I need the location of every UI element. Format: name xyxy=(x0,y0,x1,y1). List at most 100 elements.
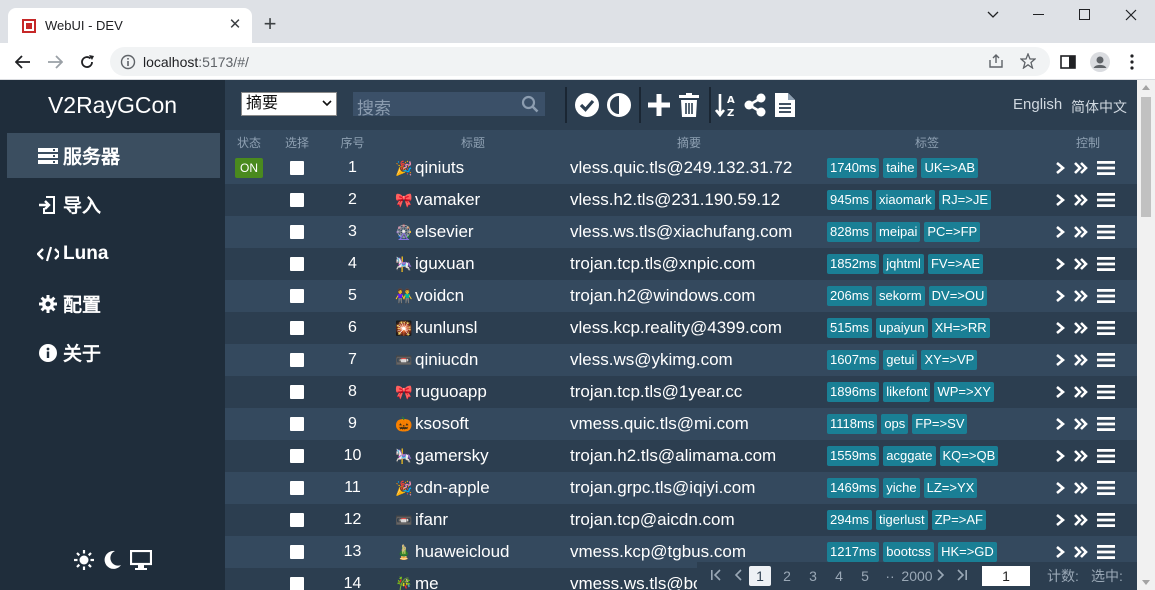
col-control[interactable]: 控制 xyxy=(1063,134,1113,151)
monitor-icon[interactable] xyxy=(129,549,153,575)
restart-icon[interactable] xyxy=(1073,513,1089,527)
profile-avatar-icon[interactable] xyxy=(1090,52,1110,72)
restart-icon[interactable] xyxy=(1073,545,1089,559)
row-checkbox[interactable] xyxy=(290,385,304,399)
tag-badge[interactable]: acggate xyxy=(883,446,936,466)
scroll-thumb[interactable] xyxy=(1141,97,1151,217)
tag-badge[interactable]: sekorm xyxy=(876,286,925,306)
restart-icon[interactable] xyxy=(1073,161,1089,175)
new-tab-button[interactable]: + xyxy=(258,13,282,37)
scrollbar[interactable] xyxy=(1137,80,1155,590)
start-icon[interactable] xyxy=(1055,321,1065,335)
start-icon[interactable] xyxy=(1055,481,1065,495)
restart-icon[interactable] xyxy=(1073,417,1089,431)
hamburger-menu-icon[interactable] xyxy=(1097,224,1115,240)
hamburger-menu-icon[interactable] xyxy=(1097,416,1115,432)
table-row[interactable]: 9 🎃 ksosoft vmess.quic.tls@mi.com 1118ms ops F… xyxy=(225,408,1137,440)
status-badge[interactable]: ON xyxy=(235,158,263,178)
col-title[interactable]: 标题 xyxy=(395,134,551,151)
row-checkbox[interactable] xyxy=(290,161,304,175)
row-title[interactable]: 🎉 qiniuts xyxy=(395,152,565,184)
row-title[interactable]: 🎠 gamersky xyxy=(395,440,565,472)
table-row[interactable]: 5 👫 voidcn trojan.h2@windows.com 206ms sekorm… xyxy=(225,280,1137,312)
col-index[interactable]: 序号 xyxy=(325,134,380,151)
latency-badge[interactable]: 1852ms xyxy=(827,254,880,274)
row-checkbox[interactable] xyxy=(290,577,304,590)
page-last-number[interactable]: 2000 xyxy=(899,566,935,586)
restart-icon[interactable] xyxy=(1073,257,1089,271)
start-icon[interactable] xyxy=(1055,513,1065,527)
col-status[interactable]: 状态 xyxy=(225,134,273,151)
share-icon[interactable] xyxy=(986,51,1006,71)
sidebar-item-config[interactable]: 配置 xyxy=(7,281,220,326)
hamburger-menu-icon[interactable] xyxy=(1097,448,1115,464)
reload-button[interactable] xyxy=(74,49,100,75)
table-row[interactable]: 11 🎉 cdn-apple trojan.grpc.tls@iqiyi.com 146… xyxy=(225,472,1137,504)
lang-english[interactable]: English xyxy=(1013,96,1062,113)
latency-badge[interactable]: 1217ms xyxy=(827,542,880,562)
latency-badge[interactable]: 828ms xyxy=(827,222,873,242)
latency-badge[interactable]: 945ms xyxy=(827,190,873,210)
lang-chinese[interactable]: 简体中文 xyxy=(1071,97,1127,117)
menu-dots-icon[interactable] xyxy=(1122,52,1142,72)
add-server-button[interactable] xyxy=(645,91,673,119)
hamburger-menu-icon[interactable] xyxy=(1097,192,1115,208)
restart-icon[interactable] xyxy=(1073,353,1089,367)
start-icon[interactable] xyxy=(1055,545,1065,559)
restart-icon[interactable] xyxy=(1073,289,1089,303)
row-title[interactable]: 🎀 ruguoapp xyxy=(395,376,565,408)
start-icon[interactable] xyxy=(1055,449,1065,463)
start-icon[interactable] xyxy=(1055,289,1065,303)
latency-badge[interactable]: 1469ms xyxy=(827,478,880,498)
tag-badge[interactable]: likefont xyxy=(883,382,931,402)
restart-icon[interactable] xyxy=(1073,321,1089,335)
table-row[interactable]: 3 🎡 elsevier vless.ws.tls@xiachufang.com 828… xyxy=(225,216,1137,248)
hamburger-menu-icon[interactable] xyxy=(1097,352,1115,368)
bookmark-star-icon[interactable] xyxy=(1018,51,1038,71)
prev-page-icon[interactable] xyxy=(731,566,745,586)
sun-icon[interactable] xyxy=(74,550,94,575)
tag-badge[interactable]: bootcss xyxy=(883,542,935,562)
tab-close-icon[interactable]: ✕ xyxy=(226,16,244,34)
moon-icon[interactable] xyxy=(102,550,122,575)
maximize-button[interactable] xyxy=(1062,0,1108,30)
table-row[interactable]: 4 🎠 iguxuan trojan.tcp.tls@xnpic.com 1852ms j… xyxy=(225,248,1137,280)
minimize-button[interactable] xyxy=(1016,0,1062,30)
restart-icon[interactable] xyxy=(1073,193,1089,207)
tag-badge[interactable]: yiche xyxy=(883,478,920,498)
row-checkbox[interactable] xyxy=(290,449,304,463)
address-bar[interactable]: localhost:5173/#/ xyxy=(110,47,1050,76)
page-number-input[interactable]: 1 xyxy=(982,566,1030,586)
table-row[interactable]: 2 🎀 vamaker vless.h2.tls@231.190.59.12 945ms… xyxy=(225,184,1137,216)
restart-icon[interactable] xyxy=(1073,449,1089,463)
last-page-icon[interactable] xyxy=(955,566,969,586)
tab-search-button[interactable] xyxy=(970,0,1016,30)
row-title[interactable]: 👫 voidcn xyxy=(395,280,565,312)
latency-badge[interactable]: 1607ms xyxy=(827,350,880,370)
tag-badge[interactable]: meipai xyxy=(876,222,921,242)
latency-badge[interactable]: 1118ms xyxy=(827,414,878,434)
start-icon[interactable] xyxy=(1055,257,1065,271)
col-summary[interactable]: 摘要 xyxy=(570,134,808,151)
row-checkbox[interactable] xyxy=(290,417,304,431)
row-checkbox[interactable] xyxy=(290,257,304,271)
first-page-icon[interactable] xyxy=(709,566,723,586)
side-panel-icon[interactable] xyxy=(1058,52,1078,72)
col-tags[interactable]: 标签 xyxy=(827,134,1027,151)
route-badge[interactable]: DV=>OU xyxy=(928,286,988,306)
browser-tab[interactable]: WebUI - DEV ✕ xyxy=(8,8,252,43)
hamburger-menu-icon[interactable] xyxy=(1097,288,1115,304)
latency-badge[interactable]: 515ms xyxy=(827,318,873,338)
tag-badge[interactable]: getui xyxy=(883,350,918,370)
route-badge[interactable]: PC=>FP xyxy=(924,222,981,242)
hamburger-menu-icon[interactable] xyxy=(1097,256,1115,272)
row-title[interactable]: 🎡 elsevier xyxy=(395,216,565,248)
table-row[interactable]: 12 📼 ifanr trojan.tcp@aicdn.com 294ms tigerlu… xyxy=(225,504,1137,536)
next-page-icon[interactable] xyxy=(935,566,947,586)
restart-icon[interactable] xyxy=(1073,481,1089,495)
row-checkbox[interactable] xyxy=(290,321,304,335)
table-row[interactable]: 6 🎇 kunlunsl vless.kcp.reality@4399.com 515m… xyxy=(225,312,1137,344)
route-badge[interactable]: WP=>XY xyxy=(934,382,994,402)
sidebar-item-luna[interactable]: Luna xyxy=(7,231,220,276)
restart-icon[interactable] xyxy=(1073,225,1089,239)
